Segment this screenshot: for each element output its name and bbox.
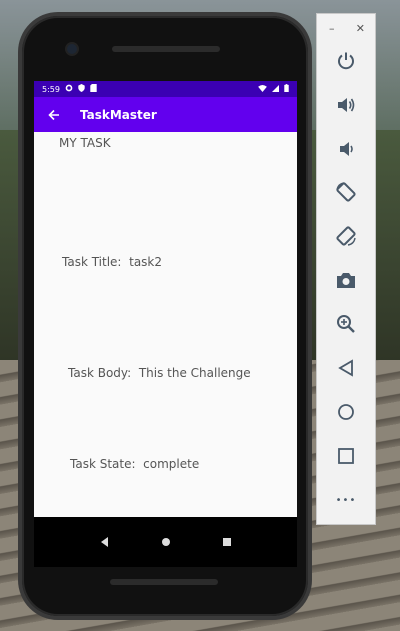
battery-icon — [284, 84, 289, 94]
app-bar: TaskMaster — [34, 97, 297, 132]
bottom-speaker — [110, 579, 218, 585]
shield-icon — [78, 84, 85, 94]
close-button[interactable]: ✕ — [356, 22, 365, 35]
status-bar: 5:59 — [34, 81, 297, 97]
task-body-label: Task Body: — [68, 366, 132, 380]
power-icon[interactable] — [317, 46, 375, 76]
home-icon[interactable] — [317, 397, 375, 427]
app-title: TaskMaster — [80, 107, 157, 122]
camera-icon[interactable] — [317, 265, 375, 295]
rotate-left-icon[interactable] — [317, 177, 375, 207]
wifi-icon — [258, 84, 267, 94]
overview-icon[interactable] — [317, 441, 375, 471]
earpiece-speaker — [112, 46, 220, 52]
back-arrow-icon[interactable] — [46, 107, 62, 123]
zoom-icon[interactable] — [317, 309, 375, 339]
task-state-label: Task State: — [70, 457, 136, 471]
system-nav-bar — [34, 517, 297, 567]
phone-frame: 5:59 TaskMaster MY TASK Task Title: task… — [22, 16, 308, 616]
volume-down-icon[interactable] — [317, 134, 375, 164]
back-icon[interactable] — [317, 353, 375, 383]
nav-back-icon[interactable] — [95, 532, 115, 552]
more-icon[interactable]: ••• — [317, 485, 375, 515]
nav-home-icon[interactable] — [156, 532, 176, 552]
task-title-label: Task Title: — [62, 255, 122, 269]
task-detail-content: MY TASK Task Title: task2 Task Body: Thi… — [34, 132, 297, 517]
front-camera — [67, 44, 77, 54]
sd-card-icon — [90, 84, 97, 94]
page-heading: MY TASK — [59, 136, 111, 150]
minimize-button[interactable]: – — [329, 22, 335, 35]
task-body-value: This the Challenge — [138, 366, 251, 380]
status-time: 5:59 — [42, 84, 60, 94]
volume-up-icon[interactable] — [317, 90, 375, 120]
settings-gear-icon — [65, 84, 73, 94]
emulator-control-panel: – ✕ ••• — [316, 13, 376, 525]
rotate-right-icon[interactable] — [317, 221, 375, 251]
task-title-value: task2 — [129, 255, 163, 269]
nav-overview-icon[interactable] — [217, 532, 237, 552]
phone-screen: 5:59 TaskMaster MY TASK Task Title: task… — [34, 81, 297, 567]
cell-signal-icon — [272, 84, 279, 94]
task-state-row: Task State: complete — [70, 457, 199, 471]
task-title-row: Task Title: task2 — [62, 255, 162, 269]
task-body-row: Task Body: This the Challenge — [68, 366, 251, 380]
task-state-value: complete — [143, 457, 200, 471]
